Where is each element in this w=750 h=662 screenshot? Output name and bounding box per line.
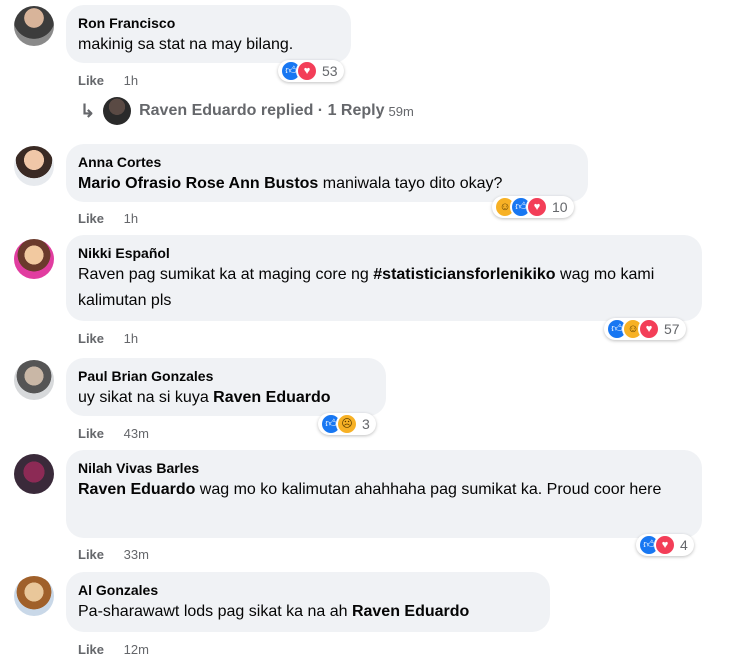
mention-link[interactable]: #statisticiansforlenikiko — [373, 266, 555, 283]
comment-actions: Like 1h — [78, 73, 138, 89]
comment-text: Raven Eduardo wag mo ko kalimutan ahahha… — [78, 477, 690, 503]
reaction-summary[interactable]: 👍︎ ♥ 53 — [278, 60, 344, 82]
comment-text-segment: Pa-sharawawt lods pag sikat ka na ah — [78, 603, 352, 620]
comment-author[interactable]: Al Gonzales — [78, 581, 538, 599]
mention-link[interactable]: Raven Eduardo — [78, 481, 195, 498]
reaction-summary[interactable]: 👍︎ ☺ ♥ 57 — [604, 318, 686, 340]
reaction-summary[interactable]: 👍︎ ☹ 3 — [318, 413, 376, 435]
avatar[interactable] — [14, 454, 54, 494]
view-replies-link[interactable]: ↳ Raven Eduardo replied · 1 Reply 59m — [80, 97, 414, 125]
comment-text: uy sikat na si kuya Raven Eduardo — [78, 385, 374, 411]
comment-author[interactable]: Nikki Español — [78, 244, 690, 262]
comment-text-segment: maniwala tayo dito okay? — [318, 175, 503, 192]
comment-text: Pa-sharawawt lods pag sikat ka na ah Rav… — [78, 599, 538, 625]
comment-text-segment: uy sikat na si kuya — [78, 389, 214, 406]
avatar[interactable] — [14, 6, 54, 46]
comment-bubble: Anna Cortes Mario Ofrasio Rose Ann Busto… — [66, 144, 588, 202]
comment-actions: Like 33m — [78, 547, 149, 563]
heart-icon: ♥ — [654, 534, 676, 556]
comment-text: Raven pag sumikat ka at maging core ng #… — [78, 262, 690, 314]
heart-icon: ♥ — [296, 60, 318, 82]
comment-actions: Like 43m — [78, 426, 149, 442]
comment-text: makinig sa stat na may bilang. — [78, 32, 339, 58]
comment-bubble: Nilah Vivas Barles Raven Eduardo wag mo … — [66, 450, 702, 538]
comment-actions: Like 1h — [78, 211, 138, 227]
timestamp[interactable]: 1h — [124, 73, 138, 88]
avatar[interactable] — [14, 576, 54, 616]
avatar[interactable] — [14, 239, 54, 279]
avatar — [103, 97, 132, 125]
like-button[interactable]: Like — [78, 547, 104, 562]
comment-text-segment: makinig sa stat na may bilang. — [78, 36, 294, 53]
mention-link[interactable]: Raven Eduardo — [352, 603, 469, 620]
reaction-count: 3 — [362, 416, 370, 432]
comment-bubble: Ron Francisco makinig sa stat na may bil… — [66, 5, 351, 63]
reaction-count: 4 — [680, 537, 688, 553]
avatar[interactable] — [14, 146, 54, 186]
reaction-summary[interactable]: 👍︎ ♥ 4 — [636, 534, 694, 556]
comment-bubble: Paul Brian Gonzales uy sikat na si kuya … — [66, 358, 386, 416]
like-button[interactable]: Like — [78, 426, 104, 441]
reaction-count: 10 — [552, 199, 568, 215]
comment-author[interactable]: Ron Francisco — [78, 14, 339, 32]
comment-text-segment: wag mo ko kalimutan ahahhaha pag sumikat… — [195, 481, 662, 498]
timestamp[interactable]: 1h — [124, 331, 138, 346]
reply-author: Raven Eduardo replied — [139, 102, 314, 119]
comment-bubble: Nikki Español Raven pag sumikat ka at ma… — [66, 235, 702, 321]
comment-author[interactable]: Nilah Vivas Barles — [78, 459, 690, 477]
mention-link[interactable]: Raven Eduardo — [213, 389, 330, 406]
mention-link[interactable]: Mario Ofrasio Rose Ann Bustos — [78, 175, 318, 192]
like-button[interactable]: Like — [78, 211, 104, 226]
comment-text: Mario Ofrasio Rose Ann Bustos maniwala t… — [78, 171, 576, 197]
timestamp[interactable]: 43m — [124, 426, 149, 441]
comment-actions: Like 12m — [78, 642, 149, 658]
reply-count: 1 Reply — [327, 102, 385, 119]
comment-bubble: Al Gonzales Pa-sharawawt lods pag sikat … — [66, 572, 550, 632]
sad-icon: ☹ — [336, 413, 358, 435]
timestamp[interactable]: 12m — [124, 642, 149, 657]
heart-icon: ♥ — [638, 318, 660, 340]
avatar[interactable] — [14, 360, 54, 400]
comment-author[interactable]: Paul Brian Gonzales — [78, 367, 374, 385]
reply-separator: · — [313, 102, 328, 119]
like-button[interactable]: Like — [78, 642, 104, 657]
timestamp: 59m — [388, 103, 414, 119]
like-button[interactable]: Like — [78, 73, 104, 88]
reaction-count: 53 — [322, 63, 338, 79]
reaction-count: 57 — [664, 321, 680, 337]
timestamp[interactable]: 33m — [124, 547, 149, 562]
comment-text-segment: Raven pag sumikat ka at maging core ng — [78, 266, 374, 283]
timestamp[interactable]: 1h — [124, 211, 138, 226]
comment-actions: Like 1h — [78, 331, 138, 347]
comment-author[interactable]: Anna Cortes — [78, 153, 576, 171]
reaction-summary[interactable]: ☺ 👍︎ ♥ 10 — [492, 196, 574, 218]
reply-arrow-icon: ↳ — [80, 100, 96, 121]
like-button[interactable]: Like — [78, 331, 104, 346]
heart-icon: ♥ — [526, 196, 548, 218]
